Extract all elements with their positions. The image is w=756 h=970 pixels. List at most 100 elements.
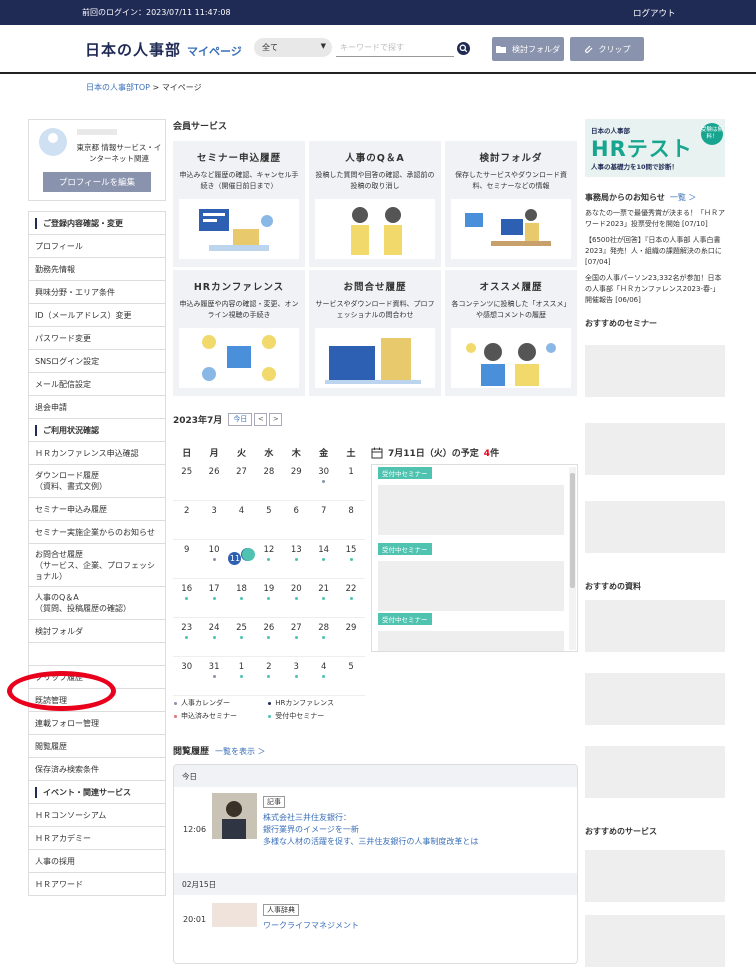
calendar-day[interactable]: 29: [337, 618, 364, 656]
search-icon[interactable]: [457, 42, 470, 55]
calendar-day[interactable]: 26: [255, 618, 282, 656]
breadcrumb-top-link[interactable]: 日本の人事部TOP: [86, 83, 150, 92]
seminar-placeholder[interactable]: [585, 501, 725, 553]
today-button[interactable]: 今日: [228, 412, 253, 426]
list-item[interactable]: 20:01 人事辞典 ワークライフマネジメント: [174, 895, 577, 963]
sidebar-item-seminar-history[interactable]: セミナー申込み履歴: [29, 498, 165, 521]
card-seminar[interactable]: セミナー申込履歴 申込みなど履歴の確認、キャンセル手続き（開催日前日まで）: [173, 141, 305, 267]
calendar-day[interactable]: 5: [255, 501, 282, 539]
calendar-day[interactable]: 12: [255, 540, 282, 578]
card-qa[interactable]: 人事のQ＆A 投稿した質問や回答の確認、承認前の投稿の取り消し: [309, 141, 441, 267]
calendar-day[interactable]: 23: [173, 618, 200, 656]
news-item[interactable]: 【6500社が回答】『日本の人事部 人事白書2023』発売！人・組織の課題解決の…: [585, 235, 725, 268]
sidebar-item-conference[interactable]: ＨＲカンファレンス申込確認: [29, 442, 165, 465]
card-folder[interactable]: 検討フォルダ 保存したサービスやダウンロード資料、セミナーなどの情報: [445, 141, 577, 267]
news-item[interactable]: あなたの一票で最優秀賞が決まる！「ＨＲアワード2023」投票受付を開始 [07/…: [585, 208, 725, 230]
schedule-item[interactable]: 受付中セミナー: [378, 613, 564, 651]
calendar-day[interactable]: 4: [228, 501, 255, 539]
calendar-day[interactable]: 21: [310, 579, 337, 617]
card-conference[interactable]: HRカンファレンス 申込み履歴や内容の確認・変更、オンライン視聴の手続き: [173, 270, 305, 396]
calendar-day[interactable]: 18: [228, 579, 255, 617]
calendar-day[interactable]: 1: [337, 462, 364, 500]
calendar-day[interactable]: 22: [337, 579, 364, 617]
history-more-link[interactable]: 一覧を表示 ＞: [215, 747, 266, 756]
calendar-day[interactable]: 15: [337, 540, 364, 578]
calendar-day[interactable]: 30: [310, 462, 337, 500]
calendar-day[interactable]: 28: [255, 462, 282, 500]
sidebar-item-seminar-notices[interactable]: セミナー実施企業からのお知らせ: [29, 521, 165, 544]
calendar-day[interactable]: 28: [310, 618, 337, 656]
card-inquiry[interactable]: お問合せ履歴 サービスやダウンロード資料、プロフェッショナルの問合わせ: [309, 270, 441, 396]
sidebar-item-recommend-history[interactable]: [29, 643, 165, 666]
calendar-day[interactable]: 30: [173, 657, 200, 695]
calendar-day[interactable]: 29: [283, 462, 310, 500]
sidebar-item-password[interactable]: パスワード変更: [29, 327, 165, 350]
sidebar-item-consortium[interactable]: ＨＲコンソーシアム: [29, 804, 165, 827]
doc-placeholder[interactable]: [585, 673, 725, 725]
sidebar-item-email-change[interactable]: ID（メールアドレス）変更: [29, 304, 165, 327]
calendar-day[interactable]: 19: [255, 579, 282, 617]
calendar-day[interactable]: 4: [310, 657, 337, 695]
next-month-button[interactable]: >: [269, 412, 283, 426]
hr-test-banner[interactable]: 日本の人事部 HRテスト 人事の基礎力を10問で診断！ 受験は無料！: [585, 119, 725, 177]
sidebar-item-browse-history[interactable]: 閲覧履歴: [29, 735, 165, 758]
sidebar-item-profile[interactable]: プロフィール: [29, 235, 165, 258]
calendar-day[interactable]: 25: [228, 618, 255, 656]
sidebar-item-interests[interactable]: 興味分野・エリア条件: [29, 281, 165, 304]
doc-placeholder[interactable]: [585, 600, 725, 652]
site-logo[interactable]: 日本の人事部 マイページ: [85, 39, 242, 60]
sidebar-item-inquiries[interactable]: お問合せ履歴 （サービス、企業、プロフェッショナル）: [29, 544, 165, 587]
sidebar-item-workplace[interactable]: 勤務先情報: [29, 258, 165, 281]
news-more-link[interactable]: 一覧 ＞: [670, 193, 697, 202]
schedule-list[interactable]: 受付中セミナー 受付中セミナー 受付中セミナー: [371, 464, 578, 652]
calendar-day[interactable]: 3: [283, 657, 310, 695]
service-placeholder[interactable]: [585, 915, 725, 967]
calendar-day[interactable]: 5: [337, 657, 364, 695]
calendar-day[interactable]: 14: [310, 540, 337, 578]
calendar-day[interactable]: 25: [173, 462, 200, 500]
calendar-day[interactable]: 16: [173, 579, 200, 617]
sidebar-item-follow[interactable]: 連載フォロー管理: [29, 712, 165, 735]
category-select[interactable]: 全て ▼: [254, 38, 332, 57]
folder-button[interactable]: 検討フォルダ: [492, 37, 564, 61]
list-item[interactable]: 12:06 記事 株式会社三井住友銀行： 銀行業界のイメージを一新 多様な人材の…: [174, 787, 577, 873]
calendar-day[interactable]: 9: [173, 540, 200, 578]
logout-link[interactable]: ログアウト: [633, 7, 676, 19]
calendar-day[interactable]: 27: [228, 462, 255, 500]
calendar-day[interactable]: 6: [283, 501, 310, 539]
sidebar-item-recruiting[interactable]: 人事の採用: [29, 850, 165, 873]
sidebar-item-award[interactable]: ＨＲアワード: [29, 873, 165, 896]
calendar-day[interactable]: 10: [200, 540, 227, 578]
schedule-item[interactable]: 受付中セミナー: [378, 467, 564, 535]
calendar-day[interactable]: 26: [200, 462, 227, 500]
sidebar-item-sns-login[interactable]: SNSログイン設定: [29, 350, 165, 373]
card-recommend[interactable]: オススメ履歴 各コンテンツに投稿した「オススメ」や感想コメントの履歴: [445, 270, 577, 396]
sidebar-item-withdraw[interactable]: 退会申請: [29, 396, 165, 419]
calendar-day[interactable]: 27: [283, 618, 310, 656]
calendar-day[interactable]: 3: [200, 501, 227, 539]
calendar-day[interactable]: 13: [283, 540, 310, 578]
history-item-title[interactable]: ワークライフマネジメント: [263, 920, 483, 932]
edit-profile-button[interactable]: プロフィールを編集: [43, 172, 151, 192]
calendar-day[interactable]: 20: [283, 579, 310, 617]
calendar-day[interactable]: 1: [228, 657, 255, 695]
sidebar-item-folder[interactable]: 検討フォルダ: [29, 620, 165, 643]
sidebar-item-saved-search[interactable]: 保存済み検索条件: [29, 758, 165, 781]
seminar-placeholder[interactable]: [585, 345, 725, 397]
search-input[interactable]: [336, 38, 454, 57]
prev-month-button[interactable]: <: [254, 412, 268, 426]
sidebar-item-qa[interactable]: 人事のQ＆A （質問、投稿履歴の確認）: [29, 587, 165, 620]
calendar-day[interactable]: 7: [310, 501, 337, 539]
doc-placeholder[interactable]: [585, 746, 725, 798]
calendar-day[interactable]: 2: [173, 501, 200, 539]
clip-button[interactable]: クリップ: [570, 37, 644, 61]
calendar-day[interactable]: 17: [200, 579, 227, 617]
calendar-day[interactable]: 31: [200, 657, 227, 695]
sidebar-item-downloads[interactable]: ダウンロード履歴 （資料、書式文例）: [29, 465, 165, 498]
sidebar-item-academy[interactable]: ＨＲアカデミー: [29, 827, 165, 850]
news-item[interactable]: 全国の人事パーソン23,332名が参加！日本の人事部「ＨＲカンファレンス2023…: [585, 273, 725, 306]
scrollbar[interactable]: [569, 467, 576, 650]
sidebar-item-mail-settings[interactable]: メール配信設定: [29, 373, 165, 396]
calendar-day[interactable]: 24: [200, 618, 227, 656]
seminar-placeholder[interactable]: [585, 423, 725, 475]
